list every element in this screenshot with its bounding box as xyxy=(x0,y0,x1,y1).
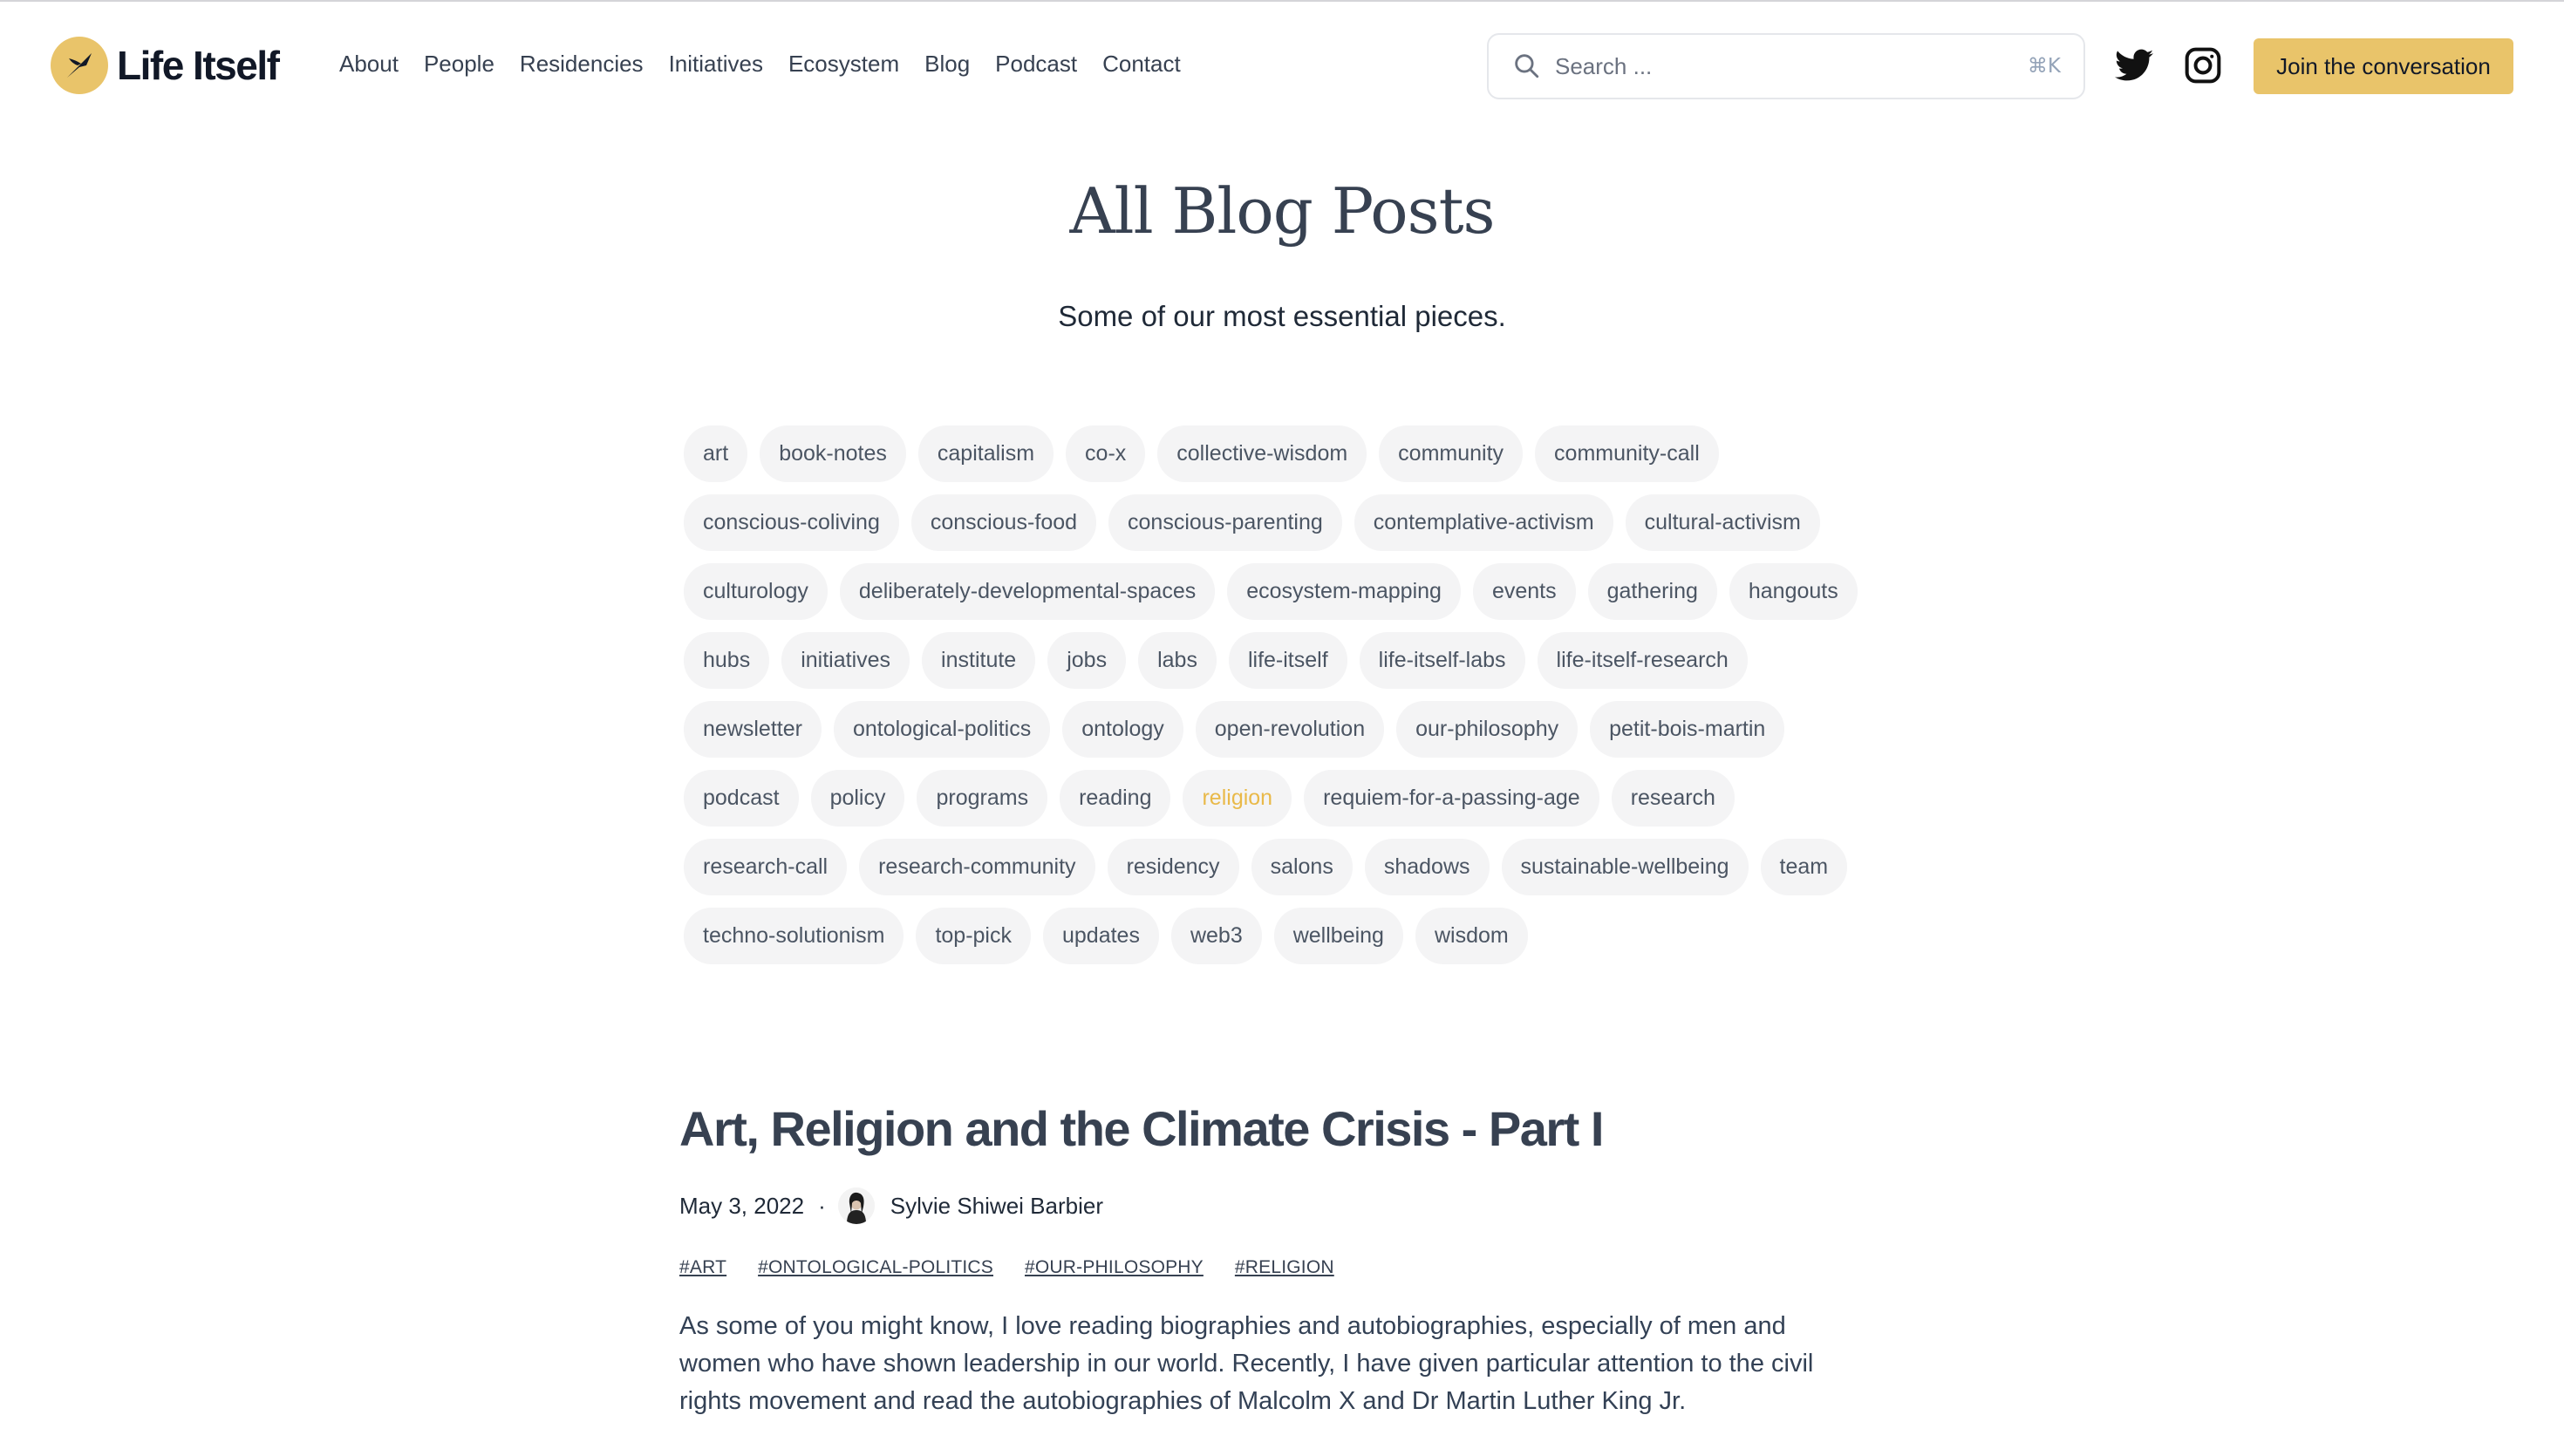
tag-pill-newsletter[interactable]: newsletter xyxy=(684,701,822,758)
tag-pill-top-pick[interactable]: top-pick xyxy=(916,908,1031,964)
post-excerpt: As some of you might know, I love readin… xyxy=(679,1312,1814,1415)
tag-pill-gathering[interactable]: gathering xyxy=(1587,563,1717,620)
post-tag[interactable]: #RELIGION xyxy=(1235,1257,1334,1278)
tag-pill-web3[interactable]: web3 xyxy=(1170,908,1262,964)
tag-pill-open-revolution[interactable]: open-revolution xyxy=(1195,701,1385,758)
tag-pill-research[interactable]: research xyxy=(1611,770,1735,827)
tag-pill-programs[interactable]: programs xyxy=(917,770,1048,827)
tag-pill-wisdom[interactable]: wisdom xyxy=(1415,908,1528,964)
tag-pill-techno-solutionism[interactable]: techno-solutionism xyxy=(684,908,904,964)
tag-pill-capitalism[interactable]: capitalism xyxy=(917,425,1054,482)
site-header: Life Itself About People Residencies Ini… xyxy=(0,0,2564,131)
post-meta: May 3, 2022 · Sylvie Shiwei Barbier xyxy=(679,1187,1103,1224)
tag-pill-initiatives[interactable]: initiatives xyxy=(781,632,910,689)
swallow-logo-icon xyxy=(51,37,108,94)
tag-pill-ecosystem-mapping[interactable]: ecosystem-mapping xyxy=(1227,563,1461,620)
post-tag-list: #ART #ONTOLOGICAL-POLITICS #OUR-PHILOSOP… xyxy=(679,1257,1334,1278)
twitter-icon[interactable] xyxy=(2114,45,2154,85)
nav-blog[interactable]: Blog xyxy=(924,51,970,78)
main-nav: About People Residencies Initiatives Eco… xyxy=(339,51,1206,78)
tag-pill-life-itself-labs[interactable]: life-itself-labs xyxy=(1359,632,1525,689)
tag-pill-podcast[interactable]: podcast xyxy=(684,770,799,827)
tag-pill-ontology[interactable]: ontology xyxy=(1062,701,1183,758)
logo-link[interactable]: Life Itself xyxy=(51,37,280,94)
tag-pill-reading[interactable]: reading xyxy=(1060,770,1171,827)
tag-pill-residency[interactable]: residency xyxy=(1107,839,1239,895)
tag-pill-events[interactable]: events xyxy=(1472,563,1576,620)
tag-pill-institute[interactable]: institute xyxy=(922,632,1036,689)
tag-pill-co-x[interactable]: co-x xyxy=(1066,425,1146,482)
author-name[interactable]: Sylvie Shiwei Barbier xyxy=(890,1193,1103,1220)
tag-pill-contemplative-activism[interactable]: contemplative-activism xyxy=(1354,494,1613,551)
nav-ecosystem[interactable]: Ecosystem xyxy=(788,51,899,78)
tag-pill-research-call[interactable]: research-call xyxy=(684,839,848,895)
tag-pill-cultural-activism[interactable]: cultural-activism xyxy=(1625,494,1820,551)
tag-filter-list: art book-notes capitalism co-x collective-wi… xyxy=(684,425,1880,964)
meta-separator: · xyxy=(818,1192,826,1219)
tag-pill-sustainable-wellbeing[interactable]: sustainable-wellbeing xyxy=(1501,839,1749,895)
tag-pill-our-philosophy[interactable]: our-philosophy xyxy=(1396,701,1579,758)
page-title: All Blog Posts xyxy=(1069,174,1496,248)
logo-text: Life Itself xyxy=(117,43,280,88)
tag-pill-ontological-politics[interactable]: ontological-politics xyxy=(833,701,1051,758)
page-subtitle: Some of our most essential pieces. xyxy=(1058,300,1506,332)
post-tag[interactable]: #OUR-PHILOSOPHY xyxy=(1025,1257,1204,1278)
join-conversation-button[interactable]: Join the conversation xyxy=(2254,38,2513,94)
tag-pill-wellbeing[interactable]: wellbeing xyxy=(1273,908,1403,964)
tag-pill-policy[interactable]: policy xyxy=(810,770,905,827)
post-title[interactable]: Art, Religion and the Climate Crisis - P… xyxy=(679,1100,1900,1157)
tag-pill-shadows[interactable]: shadows xyxy=(1364,839,1490,895)
tag-pill-conscious-parenting[interactable]: conscious-parenting xyxy=(1108,494,1342,551)
tag-pill-petit-bois-martin[interactable]: petit-bois-martin xyxy=(1590,701,1785,758)
tag-pill-community[interactable]: community xyxy=(1379,425,1524,482)
post-tag[interactable]: #ART xyxy=(679,1257,726,1278)
tag-pill-team[interactable]: team xyxy=(1760,839,1848,895)
tag-pill-religion[interactable]: religion xyxy=(1183,770,1292,827)
post-date: May 3, 2022 xyxy=(679,1192,805,1219)
search-placeholder: Search ... xyxy=(1555,52,1653,79)
blog-post-card: Art, Religion and the Climate Crisis - P… xyxy=(679,1100,1900,1415)
tag-pill-life-itself[interactable]: life-itself xyxy=(1228,632,1347,689)
tag-pill-hangouts[interactable]: hangouts xyxy=(1729,563,1858,620)
nav-contact[interactable]: Contact xyxy=(1102,51,1181,78)
tag-pill-research-community[interactable]: research-community xyxy=(859,839,1095,895)
nav-podcast[interactable]: Podcast xyxy=(995,51,1077,78)
tag-pill-culturology[interactable]: culturology xyxy=(684,563,828,620)
tag-pill-jobs[interactable]: jobs xyxy=(1047,632,1127,689)
nav-initiatives[interactable]: Initiatives xyxy=(669,51,763,78)
tag-pill-deliberately-developmental-spaces[interactable]: deliberately-developmental-spaces xyxy=(839,563,1216,620)
tag-pill-conscious-coliving[interactable]: conscious-coliving xyxy=(684,494,899,551)
tag-pill-requiem-for-a-passing-age[interactable]: requiem-for-a-passing-age xyxy=(1304,770,1599,827)
instagram-icon[interactable] xyxy=(2183,45,2223,85)
nav-about[interactable]: About xyxy=(339,51,399,78)
tag-pill-community-call[interactable]: community-call xyxy=(1535,425,1719,482)
tag-pill-hubs[interactable]: hubs xyxy=(684,632,770,689)
tag-pill-salons[interactable]: salons xyxy=(1251,839,1353,895)
nav-people[interactable]: People xyxy=(424,51,494,78)
tag-pill-collective-wisdom[interactable]: collective-wisdom xyxy=(1157,425,1367,482)
post-tag[interactable]: #ONTOLOGICAL-POLITICS xyxy=(758,1257,993,1278)
tag-pill-life-itself-research[interactable]: life-itself-research xyxy=(1537,632,1748,689)
tag-pill-updates[interactable]: updates xyxy=(1042,908,1159,964)
author-avatar xyxy=(837,1187,875,1224)
tag-pill-conscious-food[interactable]: conscious-food xyxy=(910,494,1097,551)
search-icon xyxy=(1511,51,1543,82)
tag-pill-art[interactable]: art xyxy=(684,425,748,482)
tag-pill-book-notes[interactable]: book-notes xyxy=(760,425,906,482)
nav-residencies[interactable]: Residencies xyxy=(520,51,644,78)
search-shortcut: ⌘K xyxy=(2027,55,2061,78)
tag-pill-labs[interactable]: labs xyxy=(1138,632,1217,689)
search-input[interactable]: Search ... ⌘K xyxy=(1487,33,2085,99)
